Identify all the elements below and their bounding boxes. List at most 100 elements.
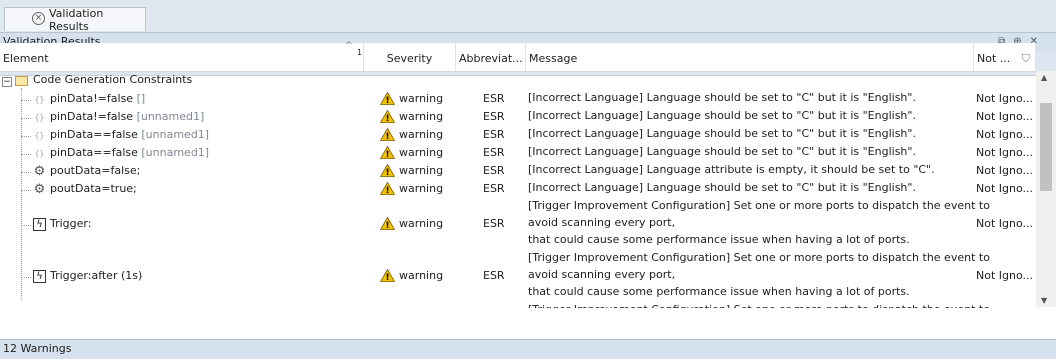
close-icon[interactable]: ×: [32, 12, 45, 25]
message-line: [Trigger Improvement Configuration] Set …: [528, 303, 990, 308]
element-suffix: [unnamed1]: [133, 110, 205, 123]
tab-validation-results[interactable]: × Validation Results: [4, 6, 146, 33]
element-label: pinData!=false: [50, 92, 134, 105]
tree-connector: [21, 154, 31, 155]
filter-icon[interactable]: ⛉: [1022, 43, 1030, 71]
abbreviation-cell: ESR: [483, 146, 505, 159]
table-row[interactable]: [Trigger Improvement Configuration] Set …: [0, 302, 1036, 308]
opaque-action-icon: ⚙: [33, 182, 46, 197]
warning-icon: !: [380, 92, 395, 105]
warning-icon: !: [380, 110, 395, 123]
column-abbreviation[interactable]: Abbreviat...: [456, 43, 526, 71]
message-line: [Incorrect Language] Language should be …: [528, 109, 916, 122]
pin-icon: {}: [34, 95, 45, 104]
message-line: avoid scanning every port,: [528, 216, 676, 229]
collapse-icon[interactable]: −: [2, 77, 12, 87]
warning-icon: !: [380, 269, 395, 282]
table-row[interactable]: ϟ Trigger:after (1s)! warning ESR [Trigger I…: [0, 250, 1036, 302]
element-label: poutData=false;: [50, 164, 141, 177]
severity-cell: ! warning: [380, 164, 443, 177]
table-row[interactable]: {} pinData==false [unnamed1]! warning ESR [I…: [0, 144, 1036, 162]
scroll-down-arrow-icon[interactable]: ▼: [1041, 296, 1047, 305]
pin-icon: {}: [34, 131, 45, 140]
column-severity[interactable]: Severity: [364, 43, 456, 71]
status-bar: 12 Warnings: [0, 339, 1056, 359]
tree-connector: [21, 190, 31, 191]
abbreviation-cell: ESR: [483, 164, 505, 177]
trigger-icon: ϟ: [33, 218, 46, 231]
table-row[interactable]: ϟ Trigger:! warning ESR [Trigger Improvement…: [0, 198, 1036, 250]
element-label: pinData==false: [50, 128, 138, 141]
group-row[interactable]: − Code Generation Constraints: [0, 72, 1036, 90]
abbreviation-cell: ESR: [483, 182, 505, 195]
severity-label: warning: [399, 269, 444, 282]
table-row[interactable]: ⚙ poutData=true;! warning ESR [Incorrect Lan…: [0, 180, 1036, 198]
warning-icon: !: [380, 164, 395, 177]
svg-text:!: !: [385, 132, 389, 141]
vertical-scrollbar[interactable]: ▲ ▼: [1036, 71, 1056, 307]
message-line: [Incorrect Language] Language should be …: [528, 127, 916, 140]
column-not-ignored[interactable]: Not ... ⛉: [974, 43, 1036, 71]
element-label: poutData=true;: [50, 182, 137, 195]
svg-text:!: !: [385, 96, 389, 105]
warning-icon: !: [380, 128, 395, 141]
results-table: − Code Generation Constraints {} pinData!…: [0, 72, 1036, 308]
severity-label: warning: [399, 92, 444, 105]
svg-text:!: !: [385, 150, 389, 159]
table-header: Element ^ 1 Severity Abbreviat... Messag…: [0, 41, 1036, 72]
column-element[interactable]: Element: [0, 43, 364, 71]
scroll-up-arrow-icon[interactable]: ▲: [1041, 73, 1047, 82]
severity-label: warning: [399, 182, 444, 195]
table-row[interactable]: {} pinData!=false [unnamed1] ! warning ESR [I…: [0, 108, 1036, 126]
element-label: Trigger:after (1s): [50, 269, 143, 282]
severity-cell: ! warning: [380, 92, 443, 105]
table-row[interactable]: {} pinData==false [unnamed1] ! warning ESR [I…: [0, 126, 1036, 144]
severity-cell: ! warning: [380, 128, 443, 141]
group-label: Code Generation Constraints: [33, 73, 193, 86]
not-ignored-cell: Not Igno...: [976, 164, 1033, 177]
severity-cell: ! warning: [380, 110, 443, 123]
element-name: pinData!=false [unnamed1]: [50, 110, 204, 123]
warning-icon: !: [380, 182, 395, 195]
warning-icon: !: [380, 146, 395, 159]
element-suffix: []: [133, 92, 146, 105]
column-message[interactable]: Message: [526, 43, 974, 71]
element-name: Trigger:: [50, 217, 91, 230]
opaque-action-icon: ⚙: [33, 164, 46, 179]
abbreviation-cell: ESR: [483, 217, 505, 230]
tree-connector: [21, 277, 31, 278]
not-ignored-cell: Not Igno...: [976, 92, 1033, 105]
status-text: 12 Warnings: [3, 342, 72, 355]
element-label: Trigger:: [50, 217, 92, 230]
abbreviation-cell: ESR: [483, 269, 505, 282]
element-name: pinData==false [unnamed1]: [50, 128, 209, 141]
severity-cell: ! warning: [380, 146, 443, 159]
not-ignored-cell: Not Igno...: [976, 217, 1033, 230]
message-line: that could cause some performance issue …: [528, 233, 910, 246]
tab-label: Validation Results: [49, 6, 104, 33]
not-ignored-cell: Not Igno...: [976, 269, 1033, 282]
element-name: pinData==false [unnamed1]: [50, 146, 209, 159]
message-line: [Incorrect Language] Language attribute …: [528, 163, 935, 176]
warning-icon: !: [380, 217, 395, 230]
abbreviation-cell: ESR: [483, 92, 505, 105]
abbreviation-cell: ESR: [483, 110, 505, 123]
not-ignored-cell: Not Igno...: [976, 128, 1033, 141]
message-line: [Trigger Improvement Configuration] Set …: [528, 251, 990, 264]
svg-text:!: !: [385, 186, 389, 195]
severity-label: warning: [399, 217, 444, 230]
svg-text:!: !: [385, 221, 389, 230]
element-suffix: [unnamed1]: [137, 128, 210, 141]
pin-icon: {}: [34, 113, 45, 122]
table-row[interactable]: ⚙ poutData=false; ! warning ESR [Incorrect La…: [0, 162, 1036, 180]
abbreviation-cell: ESR: [483, 128, 505, 141]
severity-cell: ! warning: [380, 269, 443, 282]
svg-text:!: !: [385, 114, 389, 123]
table-row[interactable]: {} pinData!=false []! warning ESR [Incorrect…: [0, 90, 1036, 108]
element-label: pinData!=false: [50, 110, 134, 123]
trigger-icon: ϟ: [33, 270, 46, 283]
tree-connector: [21, 100, 31, 101]
element-name: poutData=false;: [50, 164, 140, 177]
not-ignored-cell: Not Igno...: [976, 146, 1033, 159]
scroll-thumb[interactable]: [1040, 103, 1052, 191]
